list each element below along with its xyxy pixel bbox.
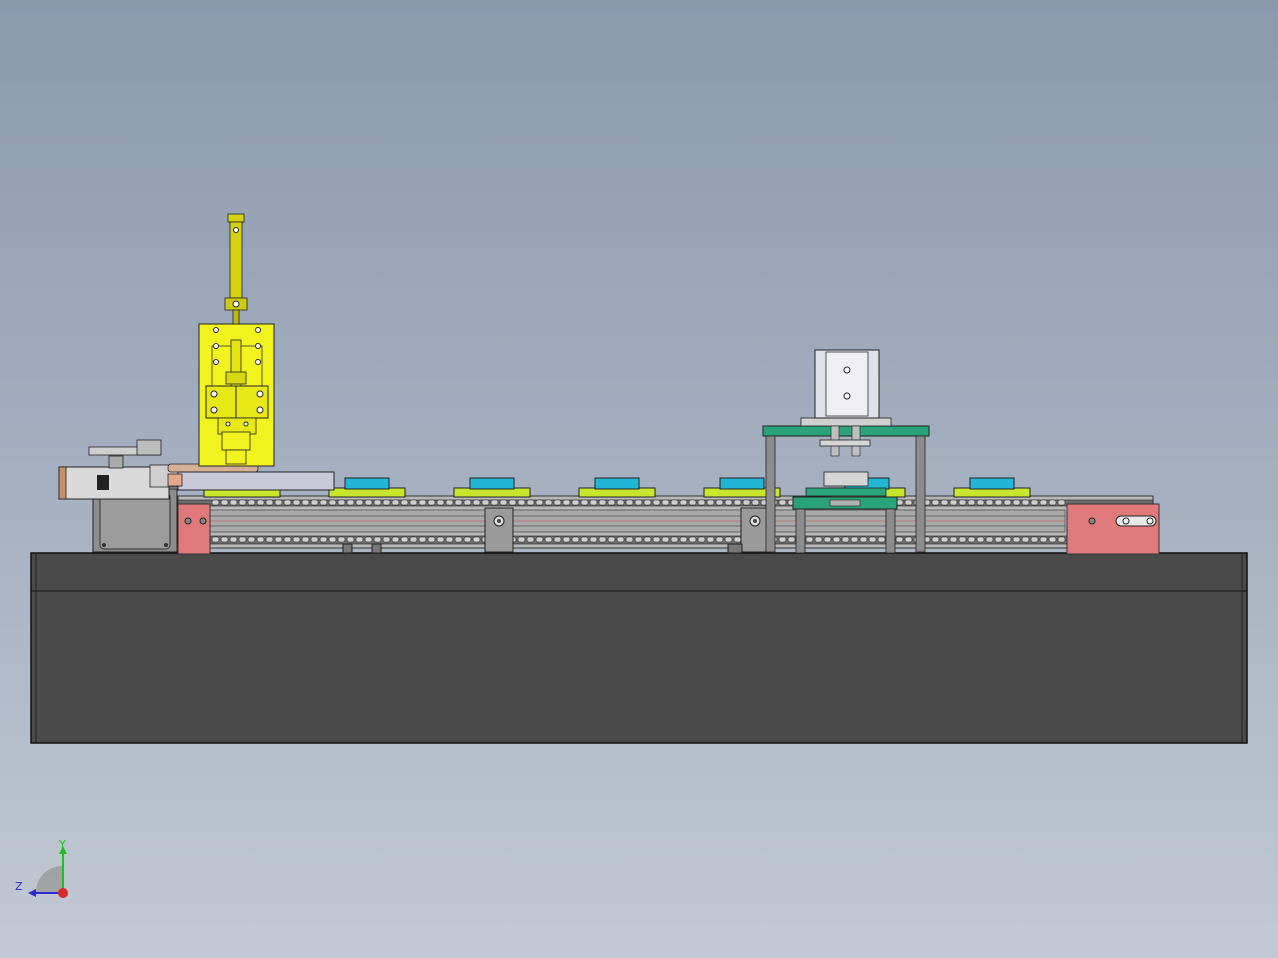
conveyor-end-plate-left [177,503,211,555]
pallet [328,477,406,498]
pallet [953,477,1031,498]
graphics-viewport[interactable]: Y Z [0,0,1278,958]
conveyor-end-plate-right [1066,503,1160,555]
vertical-cylinder [224,213,248,325]
pallet [453,477,531,498]
conveyor-support-bracket [484,507,514,553]
coordinate-triad: Y Z [14,836,74,906]
vertical-press-station [198,323,275,467]
triad-z-label: Z [15,880,23,893]
conveyor-support-bracket [740,507,770,553]
pusher-cylinder [58,439,335,500]
assembly-model[interactable] [0,0,1278,958]
pallet [578,477,656,498]
triad-y-label: Y [59,838,66,851]
machine-base [30,552,1248,744]
